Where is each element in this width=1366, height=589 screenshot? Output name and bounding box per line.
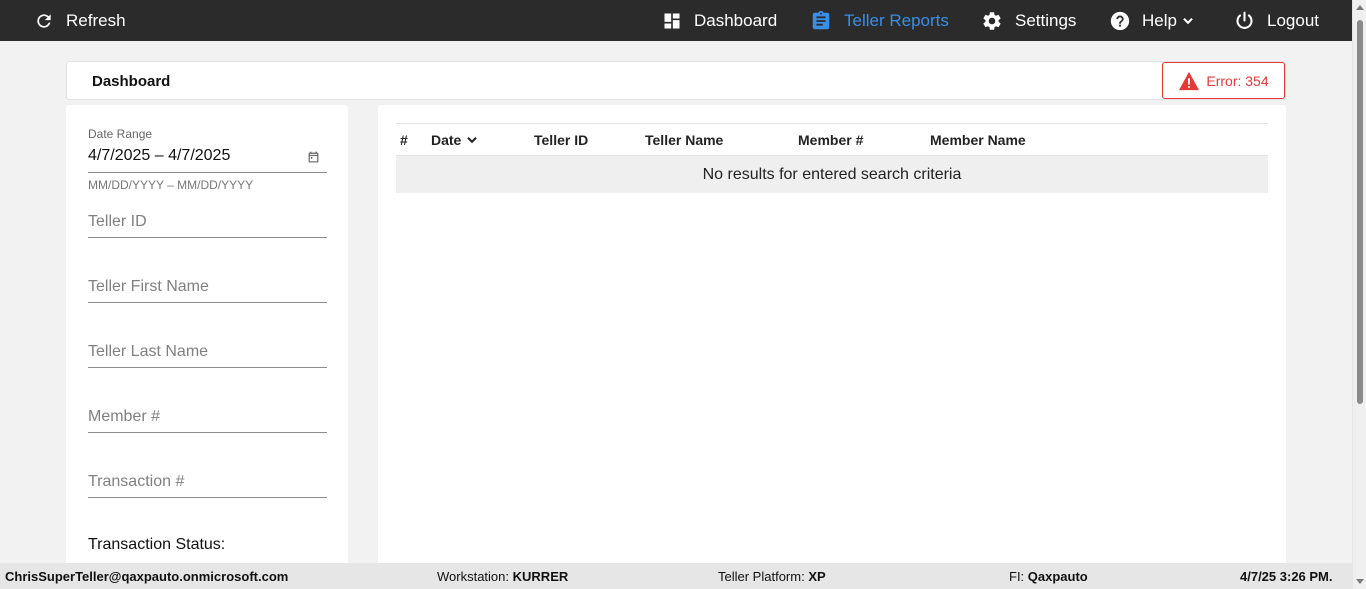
- footer-datetime: 4/7/25 3:26 PM.: [1240, 569, 1333, 584]
- teller-id-input[interactable]: [88, 205, 327, 239]
- member-number-underline: [88, 432, 327, 433]
- nav-dashboard-label: Dashboard: [694, 10, 778, 30]
- transaction-number-underline: [88, 497, 327, 498]
- top-nav-bar: Refresh Dashboard Teller Reports Setting…: [0, 0, 1352, 41]
- results-table: # Date Teller ID Teller Name Member # Me…: [396, 123, 1268, 193]
- help-icon: [1109, 10, 1131, 32]
- date-range-input[interactable]: 4/7/2025 – 4/7/2025: [88, 147, 230, 165]
- nav-settings[interactable]: Settings: [981, 0, 1076, 41]
- refresh-button[interactable]: Refresh: [34, 0, 126, 41]
- column-header-teller-id[interactable]: Teller ID: [534, 132, 588, 148]
- footer-fi-value: Qaxpauto: [1027, 569, 1088, 584]
- warning-icon: [1178, 71, 1200, 91]
- date-range-label: Date Range: [88, 127, 153, 141]
- nav-logout[interactable]: Logout: [1234, 0, 1319, 41]
- nav-logout-label: Logout: [1267, 10, 1319, 30]
- power-icon: [1234, 10, 1255, 31]
- footer-workstation-label: Workstation:: [437, 569, 510, 584]
- column-header-number[interactable]: #: [400, 132, 408, 148]
- teller-first-name-input[interactable]: [88, 270, 327, 304]
- column-header-member-name[interactable]: Member Name: [930, 132, 1026, 148]
- column-header-date[interactable]: Date: [431, 132, 479, 148]
- empty-results-message: No results for entered search criteria: [702, 165, 962, 183]
- dashboard-icon: [662, 11, 682, 31]
- refresh-icon: [34, 11, 54, 31]
- footer-user: ChrisSuperTeller@qaxpauto.onmicrosoft.co…: [5, 569, 288, 584]
- nav-dashboard[interactable]: Dashboard: [662, 0, 777, 41]
- empty-results-row: No results for entered search criteria: [396, 156, 1268, 193]
- nav-settings-label: Settings: [1015, 10, 1077, 30]
- column-header-teller-name[interactable]: Teller Name: [645, 132, 723, 148]
- scrollbar-thumb[interactable]: [1357, 20, 1363, 404]
- transaction-status-label: Transaction Status:: [88, 536, 226, 553]
- scroll-down-arrow-icon[interactable]: [1356, 579, 1364, 584]
- footer-teller-platform: Teller Platform: XP: [718, 569, 826, 584]
- column-header-date-label: Date: [431, 132, 462, 148]
- footer-datetime-wrap: 4/7/25 3:26 PM.: [1240, 569, 1333, 584]
- error-label: Error: 354: [1206, 72, 1269, 89]
- filter-panel: Date Range 4/7/2025 – 4/7/2025 MM/DD/YYY…: [66, 105, 348, 565]
- gear-icon: [981, 10, 1003, 32]
- footer-platform-value: XP: [808, 569, 826, 584]
- error-button[interactable]: Error: 354: [1162, 62, 1285, 99]
- page-title: Dashboard: [92, 73, 171, 90]
- teller-last-name-input[interactable]: [88, 335, 327, 369]
- teller-first-name-underline: [88, 302, 327, 303]
- scroll-up-arrow-icon[interactable]: [1356, 5, 1364, 10]
- status-bar: ChrisSuperTeller@qaxpauto.onmicrosoft.co…: [0, 563, 1352, 589]
- footer-platform-label: Teller Platform:: [718, 569, 805, 584]
- footer-workstation: Workstation: KURRER: [437, 569, 568, 584]
- member-number-input[interactable]: [88, 400, 327, 434]
- date-format-hint: MM/DD/YYYY – MM/DD/YYYY: [88, 178, 254, 192]
- nav-help-label: Help: [1142, 10, 1177, 30]
- footer-fi-label: FI:: [1009, 569, 1025, 584]
- footer-user-email: ChrisSuperTeller@qaxpauto.onmicrosoft.co…: [5, 569, 289, 584]
- table-header: # Date Teller ID Teller Name Member # Me…: [396, 123, 1268, 156]
- results-panel: # Date Teller ID Teller Name Member # Me…: [378, 105, 1286, 565]
- nav-teller-reports-label: Teller Reports: [844, 10, 949, 30]
- chevron-down-icon: [1181, 14, 1195, 28]
- refresh-label: Refresh: [66, 10, 126, 30]
- footer-workstation-value: KURRER: [512, 569, 569, 584]
- teller-last-name-underline: [88, 367, 327, 368]
- nav-help[interactable]: Help: [1109, 0, 1195, 41]
- calendar-icon[interactable]: [307, 150, 320, 169]
- date-range-underline: [88, 172, 327, 173]
- clipboard-icon: [810, 10, 832, 32]
- nav-teller-reports[interactable]: Teller Reports: [810, 0, 949, 41]
- sort-chevron-down-icon: [465, 133, 479, 147]
- footer-fi: FI: Qaxpauto: [1009, 569, 1088, 584]
- teller-id-underline: [88, 237, 327, 238]
- transaction-number-input[interactable]: [88, 465, 327, 499]
- page-header: Dashboard: [66, 61, 1286, 100]
- page-scrollbar[interactable]: [1352, 0, 1366, 589]
- column-header-member-number[interactable]: Member #: [798, 132, 863, 148]
